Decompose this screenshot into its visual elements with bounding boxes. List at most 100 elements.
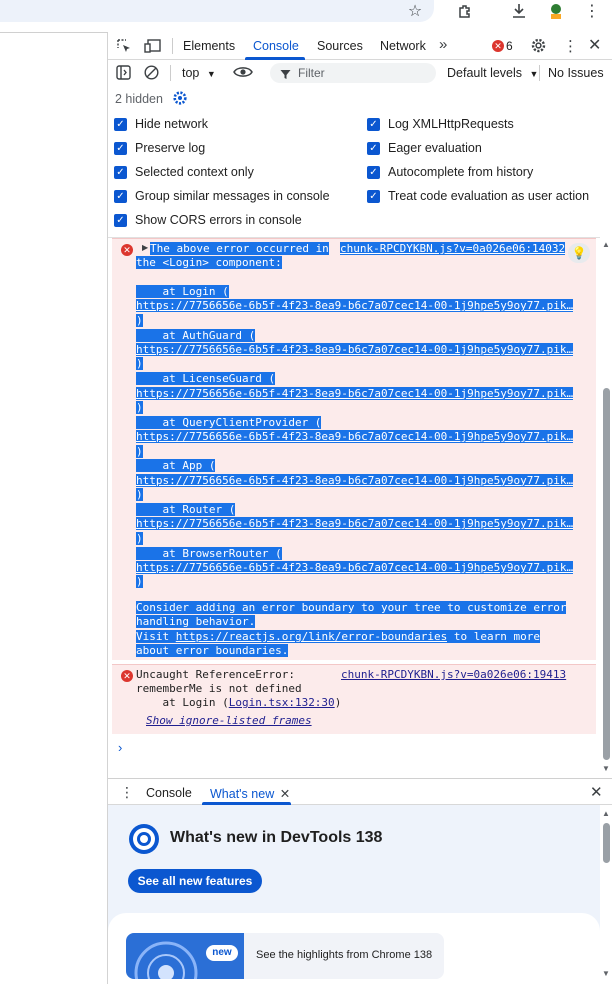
scroll-up-icon[interactable]: ▲: [602, 809, 610, 818]
frame-url-link[interactable]: https://7756656e-6b5f-4f23-8ea9-b6c7a07c…: [136, 343, 574, 356]
highlight-tile[interactable]: new See the highlights from Chrome 138: [126, 933, 444, 979]
setting-autocomplete[interactable]: ✓ Autocomplete from history: [367, 165, 533, 179]
see-all-features-button[interactable]: See all new features: [128, 869, 262, 893]
devtools-menu-icon[interactable]: ⋮: [563, 37, 578, 55]
filter-funnel-icon: [280, 69, 291, 83]
settings-gear-icon[interactable]: [530, 37, 547, 57]
filter-input[interactable]: Filter: [270, 63, 436, 83]
insight-lightbulb-icon[interactable]: 💡: [568, 243, 590, 263]
scroll-down-icon[interactable]: ▼: [602, 969, 610, 978]
stack-frame-url[interactable]: https://7756656e-6b5f-4f23-8ea9-b6c7a07c…: [136, 299, 574, 313]
checkbox-checked-icon[interactable]: ✓: [114, 189, 127, 203]
log-levels-dropdown[interactable]: Default levels ▼: [447, 66, 538, 80]
tab-elements[interactable]: Elements: [183, 39, 235, 53]
frame-url-link[interactable]: https://7756656e-6b5f-4f23-8ea9-b6c7a07c…: [136, 517, 574, 531]
frame-close-text: ): [136, 488, 143, 502]
drawer-tab-console[interactable]: Console: [146, 786, 192, 800]
stack-frame-url[interactable]: https://7756656e-6b5f-4f23-8ea9-b6c7a07c…: [136, 473, 574, 488]
close-drawer-icon[interactable]: ✕: [590, 783, 603, 801]
browser-menu-icon[interactable]: ⋮: [581, 0, 603, 22]
console-prompt-chevron-icon[interactable]: ›: [118, 740, 122, 755]
address-bar[interactable]: [0, 0, 434, 22]
stack-frame-url[interactable]: https://7756656e-6b5f-4f23-8ea9-b6c7a07c…: [136, 430, 574, 444]
setting-cors-errors[interactable]: ✓ Show CORS errors in console: [114, 213, 302, 227]
checkbox-checked-icon[interactable]: ✓: [367, 189, 380, 203]
tab-network[interactable]: Network: [380, 39, 426, 53]
checkbox-checked-icon[interactable]: ✓: [367, 165, 380, 179]
frame-url-link[interactable]: https://7756656e-6b5f-4f23-8ea9-b6c7a07c…: [136, 473, 574, 487]
device-toolbar-icon[interactable]: [144, 38, 162, 57]
setting-selected-context[interactable]: ✓ Selected context only: [114, 165, 254, 179]
frame-function-text: at App (: [136, 459, 216, 473]
console-error-message: ✕ Uncaught ReferenceError: chunk-RPCDYKB…: [112, 664, 596, 734]
frame-close-text: ): [136, 313, 143, 327]
setting-label: Hide network: [135, 117, 208, 131]
setting-preserve-log[interactable]: ✓ Preserve log: [114, 141, 205, 155]
error-counter[interactable]: ✕ 6: [492, 39, 513, 53]
new-badge: new: [206, 945, 238, 961]
stack-frame-url[interactable]: https://7756656e-6b5f-4f23-8ea9-b6c7a07c…: [136, 561, 574, 575]
error-source-link[interactable]: chunk-RPCDYKBN.js?v=0a026e06:14032: [340, 242, 566, 256]
setting-log-xhr[interactable]: ✓ Log XMLHttpRequests: [367, 117, 514, 131]
setting-eager-eval[interactable]: ✓ Eager evaluation: [367, 141, 482, 155]
frame-url-link[interactable]: https://7756656e-6b5f-4f23-8ea9-b6c7a07c…: [136, 561, 574, 574]
star-icon[interactable]: ☆: [404, 0, 426, 22]
error-boundaries-link[interactable]: https://reactjs.org/link/error-boundarie…: [175, 630, 448, 643]
stack-frame-close: ): [136, 531, 143, 546]
inspect-element-icon[interactable]: [116, 38, 132, 57]
context-selector[interactable]: top ▼: [182, 66, 216, 80]
stack-frame-url[interactable]: https://7756656e-6b5f-4f23-8ea9-b6c7a07c…: [136, 386, 574, 401]
scroll-up-icon[interactable]: ▲: [602, 240, 610, 249]
tab-sources[interactable]: Sources: [317, 39, 363, 53]
frame-url-link[interactable]: https://7756656e-6b5f-4f23-8ea9-b6c7a07c…: [136, 430, 574, 444]
checkbox-checked-icon[interactable]: ✓: [114, 213, 127, 227]
checkbox-checked-icon[interactable]: ✓: [114, 141, 127, 155]
more-tabs-icon[interactable]: »: [439, 36, 447, 53]
login-source-link[interactable]: Login.tsx:132:30: [229, 696, 335, 709]
frame-close-text: ): [136, 401, 143, 414]
checkbox-checked-icon[interactable]: ✓: [114, 165, 127, 179]
frame-url-link[interactable]: https://7756656e-6b5f-4f23-8ea9-b6c7a07c…: [136, 386, 574, 400]
drawer-scrollbar[interactable]: ▲ ▼: [600, 805, 612, 985]
stack-frame-close: ): [136, 313, 143, 328]
error-count-value: 6: [506, 39, 513, 53]
setting-hide-network[interactable]: ✓ Hide network: [114, 117, 208, 131]
stack-frame-function: at BrowserRouter (: [136, 546, 282, 561]
console-scrollbar[interactable]: ▲ ▼: [600, 240, 612, 776]
setting-group-similar[interactable]: ✓ Group similar messages in console: [114, 189, 330, 203]
checkbox-checked-icon[interactable]: ✓: [114, 117, 127, 131]
visit-rest-text: to learn more: [453, 630, 540, 643]
tab-console[interactable]: Console: [253, 39, 299, 53]
drawer-tab-whats-new[interactable]: What's new ✕: [210, 786, 290, 801]
frame-url-link[interactable]: https://7756656e-6b5f-4f23-8ea9-b6c7a07c…: [136, 299, 574, 313]
stack-prefix: at Login (: [136, 696, 229, 709]
consider-text-2: handling behavior.: [136, 615, 256, 628]
extensions-icon[interactable]: [454, 0, 476, 22]
close-devtools-icon[interactable]: ✕: [588, 35, 601, 55]
checkbox-checked-icon[interactable]: ✓: [367, 141, 380, 155]
show-ignore-listed-link[interactable]: Show ignore-listed frames: [146, 714, 312, 728]
sidebar-toggle-icon[interactable]: [116, 65, 131, 83]
expand-triangle-icon[interactable]: ▶: [142, 243, 148, 252]
stack-frame-url[interactable]: https://7756656e-6b5f-4f23-8ea9-b6c7a07c…: [136, 517, 574, 531]
visit-line: Visit https://reactjs.org/link/error-bou…: [136, 630, 540, 644]
error-title: Uncaught ReferenceError:: [136, 668, 295, 681]
stack-frame-url[interactable]: https://7756656e-6b5f-4f23-8ea9-b6c7a07c…: [136, 343, 574, 357]
live-expression-eye-icon[interactable]: [233, 65, 253, 82]
scrollbar-thumb[interactable]: [603, 823, 610, 863]
chevron-down-icon: ▼: [206, 69, 216, 79]
setting-user-action[interactable]: ✓ Treat code evaluation as user action: [367, 189, 589, 203]
scroll-down-icon[interactable]: ▼: [602, 764, 610, 773]
error-source-link[interactable]: chunk-RPCDYKBN.js?v=0a026e06:19413: [341, 668, 566, 682]
browser-toolbar: ☆ ⋮: [0, 0, 612, 32]
console-settings-gear-icon[interactable]: [172, 90, 188, 109]
checkbox-checked-icon[interactable]: ✓: [367, 117, 380, 131]
scrollbar-thumb[interactable]: [603, 388, 610, 760]
close-tab-icon[interactable]: ✕: [280, 787, 290, 801]
page-divider: [0, 32, 108, 33]
profile-avatar-icon[interactable]: [545, 0, 567, 22]
drawer-menu-icon[interactable]: ⋮: [120, 784, 134, 801]
issues-link[interactable]: No Issues: [548, 66, 604, 80]
download-icon[interactable]: [508, 0, 530, 22]
clear-console-icon[interactable]: [144, 65, 159, 83]
